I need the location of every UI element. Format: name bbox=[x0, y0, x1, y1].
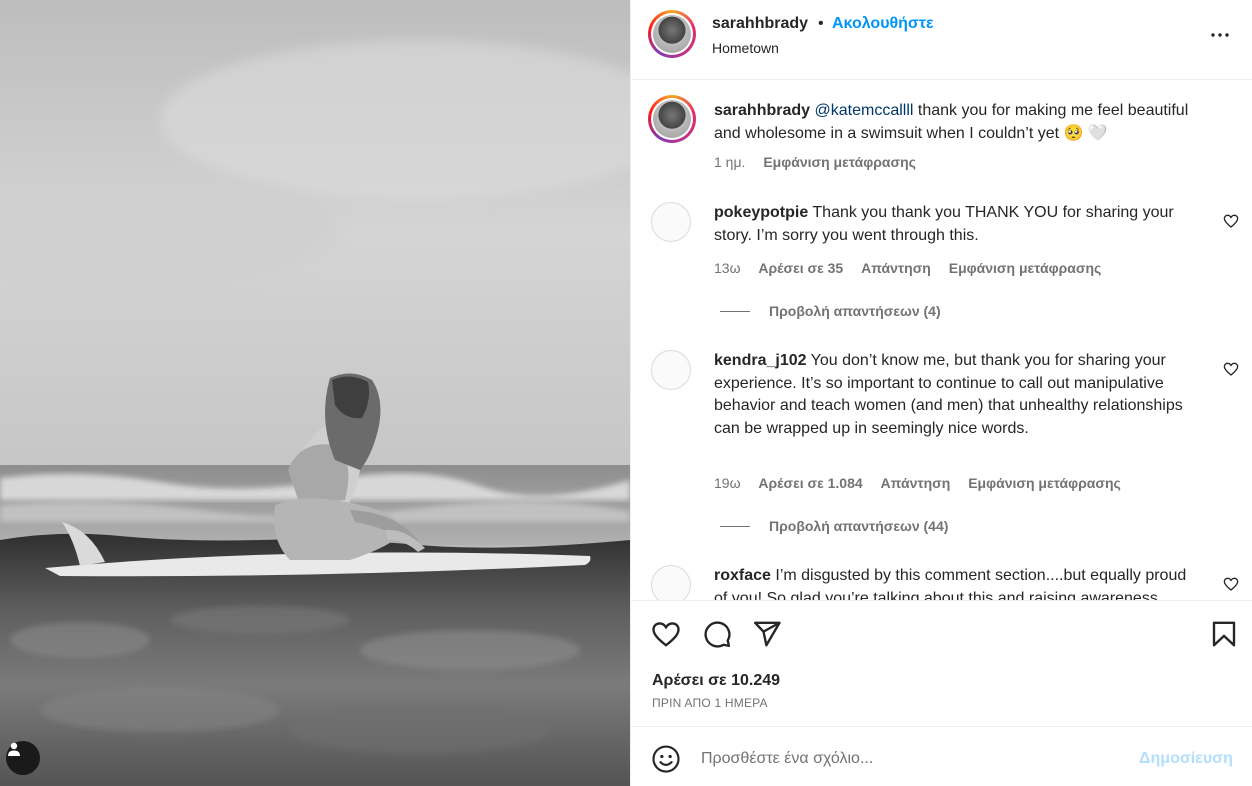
comment-time[interactable]: 13ω bbox=[714, 260, 741, 276]
author-avatar[interactable] bbox=[648, 10, 696, 58]
emoji-icon[interactable] bbox=[651, 744, 681, 774]
comment-avatar[interactable] bbox=[651, 565, 691, 600]
caption-avatar[interactable] bbox=[648, 95, 696, 143]
separator-dot: • bbox=[818, 15, 824, 32]
bookmark-icon[interactable] bbox=[1209, 619, 1239, 649]
comment-body: I’m disgusted by this comment section...… bbox=[714, 567, 1187, 600]
comments-list[interactable]: sarahhbrady @katemccallll thank you for … bbox=[631, 81, 1252, 600]
comment-text: roxface I’m disgusted by this comment se… bbox=[714, 565, 1204, 600]
view-replies-label: Προβολή απαντήσεων (44) bbox=[769, 518, 949, 534]
comment-input[interactable] bbox=[701, 745, 1121, 773]
caption-text: sarahhbrady @katemccallll thank you for … bbox=[714, 100, 1204, 145]
caption-translate-button[interactable]: Εμφάνιση μετάφρασης bbox=[763, 154, 916, 170]
caption-username[interactable]: sarahhbrady bbox=[714, 102, 810, 119]
view-replies-button[interactable]: Προβολή απαντήσεων (44) bbox=[720, 518, 948, 534]
author-username[interactable]: sarahhbrady bbox=[712, 15, 808, 33]
caption-meta: 1 ημ. Εμφάνιση μετάφρασης bbox=[714, 154, 930, 170]
comment-meta: 13ω Αρέσει σε 35 Απάντηση Εμφάνιση μετάφ… bbox=[714, 260, 1115, 276]
comment-like-heart-icon[interactable] bbox=[1223, 361, 1239, 377]
caption-time[interactable]: 1 ημ. bbox=[714, 154, 745, 170]
add-comment-bar: Δημοσίευση bbox=[631, 726, 1252, 786]
replies-line bbox=[720, 310, 750, 312]
comment-text: kendra_j102 You don’t know me, but thank… bbox=[714, 350, 1204, 440]
comment-like-heart-icon[interactable] bbox=[1223, 576, 1239, 592]
likes-count[interactable]: Αρέσει σε 10.249 bbox=[652, 672, 780, 690]
comment-icon[interactable] bbox=[702, 619, 732, 649]
comment-avatar[interactable] bbox=[651, 350, 691, 390]
comment-username[interactable]: pokeypotpie bbox=[714, 204, 808, 221]
post-photo[interactable] bbox=[0, 0, 630, 786]
comment-username[interactable]: roxface bbox=[714, 567, 771, 584]
view-replies-label: Προβολή απαντήσεων (4) bbox=[769, 303, 941, 319]
post-details-panel: sarahhbrady • Ακολουθήστε Hometown sarah… bbox=[630, 0, 1252, 786]
comment-like-heart-icon[interactable] bbox=[1223, 213, 1239, 229]
comment-likes[interactable]: Αρέσει σε 1.084 bbox=[758, 475, 862, 491]
replies-line bbox=[720, 525, 750, 527]
comment-time[interactable]: 19ω bbox=[714, 475, 741, 491]
post-location[interactable]: Hometown bbox=[712, 40, 779, 56]
post-date[interactable]: ΠΡΙΝ ΑΠΟ 1 ΗΜΕΡΑ bbox=[652, 696, 768, 710]
surfer-image bbox=[0, 0, 630, 786]
reply-button[interactable]: Απάντηση bbox=[861, 260, 931, 276]
post-comment-button[interactable]: Δημοσίευση bbox=[1139, 750, 1233, 768]
post-actions: Αρέσει σε 10.249 ΠΡΙΝ ΑΠΟ 1 ΗΜΕΡΑ bbox=[631, 600, 1252, 726]
user-tag-icon[interactable] bbox=[6, 741, 40, 775]
reply-button[interactable]: Απάντηση bbox=[881, 475, 951, 491]
post-header: sarahhbrady • Ακολουθήστε Hometown bbox=[631, 0, 1252, 80]
comment-text: pokeypotpie Thank you thank you THANK YO… bbox=[714, 202, 1204, 247]
comment-translate-button[interactable]: Εμφάνιση μετάφρασης bbox=[968, 475, 1121, 491]
more-options-icon[interactable] bbox=[1207, 22, 1233, 48]
comment-username[interactable]: kendra_j102 bbox=[714, 352, 807, 369]
comment-avatar[interactable] bbox=[651, 202, 691, 242]
share-icon[interactable] bbox=[752, 619, 782, 649]
comment-likes[interactable]: Αρέσει σε 35 bbox=[758, 260, 843, 276]
caption-mention[interactable]: @katemccallll bbox=[815, 102, 914, 119]
view-replies-button[interactable]: Προβολή απαντήσεων (4) bbox=[720, 303, 941, 319]
heart-icon[interactable] bbox=[651, 619, 681, 649]
comment-translate-button[interactable]: Εμφάνιση μετάφρασης bbox=[949, 260, 1102, 276]
comment-meta: 19ω Αρέσει σε 1.084 Απάντηση Εμφάνιση με… bbox=[714, 475, 1135, 491]
follow-button[interactable]: Ακολουθήστε bbox=[832, 15, 934, 33]
